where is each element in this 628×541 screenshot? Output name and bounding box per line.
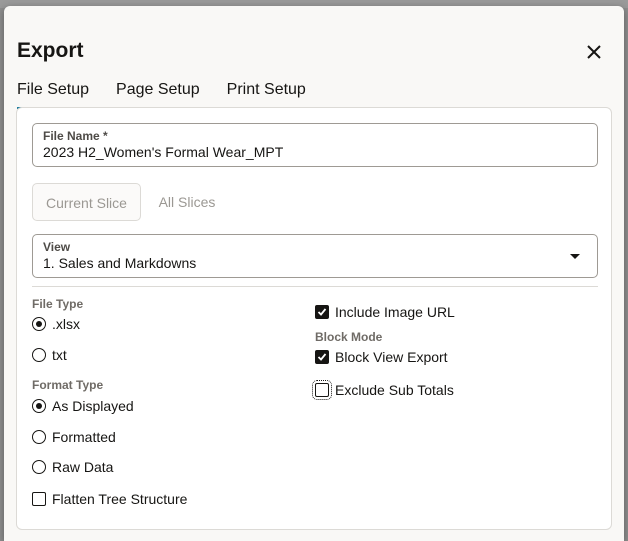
tab-print-setup[interactable]: Print Setup: [227, 79, 306, 109]
radio-selected-icon: [32, 399, 46, 413]
file-type-xlsx-label: .xlsx: [52, 316, 80, 332]
block-view-export-label: Block View Export: [335, 349, 448, 365]
all-slices-button[interactable]: All Slices: [152, 183, 222, 221]
chevron-down-icon: [570, 254, 580, 259]
radio-unselected-icon: [32, 460, 46, 474]
checkbox-unchecked-icon: [312, 380, 332, 400]
format-raw-data-radio[interactable]: Raw Data: [32, 458, 113, 476]
format-raw-data-label: Raw Data: [52, 459, 114, 475]
block-mode-label: Block Mode: [315, 330, 383, 344]
file-type-label: File Type: [32, 297, 84, 311]
exclude-sub-totals-checkbox[interactable]: Exclude Sub Totals: [312, 380, 454, 400]
tab-bar: File Setup Page Setup Print Setup: [17, 79, 333, 109]
radio-selected-icon: [32, 317, 46, 331]
format-formatted-radio[interactable]: Formatted: [32, 428, 116, 446]
view-label: View: [43, 240, 71, 254]
dialog-title: Export: [17, 39, 84, 62]
export-dialog: Export File Setup Page Setup Print Setup…: [4, 6, 624, 541]
flatten-tree-checkbox[interactable]: Flatten Tree Structure: [32, 490, 187, 508]
close-icon: [587, 45, 601, 59]
view-select[interactable]: View 1. Sales and Markdowns: [32, 234, 598, 278]
file-setup-panel: File Name * 2023 H2_Women's Formal Wear_…: [16, 107, 612, 530]
close-button[interactable]: [584, 42, 604, 62]
file-type-txt-label: txt: [52, 347, 67, 363]
section-divider: [32, 286, 598, 287]
include-image-url-label: Include Image URL: [335, 304, 455, 320]
view-value: 1. Sales and Markdowns: [43, 255, 197, 271]
file-type-xlsx-radio[interactable]: .xlsx: [32, 315, 80, 333]
checkbox-checked-icon: [315, 305, 329, 319]
block-view-export-checkbox[interactable]: Block View Export: [315, 348, 448, 366]
radio-unselected-icon: [32, 348, 46, 362]
file-type-txt-radio[interactable]: txt: [32, 346, 67, 364]
include-image-url-checkbox[interactable]: Include Image URL: [315, 303, 455, 321]
tab-file-setup[interactable]: File Setup: [17, 79, 90, 109]
file-name-label: File Name *: [43, 129, 108, 143]
radio-unselected-icon: [32, 430, 46, 444]
format-type-label: Format Type: [32, 378, 104, 392]
flatten-tree-label: Flatten Tree Structure: [52, 491, 188, 507]
format-as-displayed-label: As Displayed: [52, 398, 134, 414]
format-formatted-label: Formatted: [52, 429, 116, 445]
file-name-value[interactable]: 2023 H2_Women's Formal Wear_MPT: [43, 144, 283, 160]
checkbox-unchecked-icon: [32, 492, 46, 506]
file-name-field[interactable]: File Name * 2023 H2_Women's Formal Wear_…: [32, 123, 598, 167]
checkbox-checked-icon: [315, 350, 329, 364]
format-as-displayed-radio[interactable]: As Displayed: [32, 397, 134, 415]
exclude-sub-totals-label: Exclude Sub Totals: [335, 382, 454, 398]
current-slice-button[interactable]: Current Slice: [32, 183, 141, 221]
tab-page-setup[interactable]: Page Setup: [116, 79, 200, 109]
